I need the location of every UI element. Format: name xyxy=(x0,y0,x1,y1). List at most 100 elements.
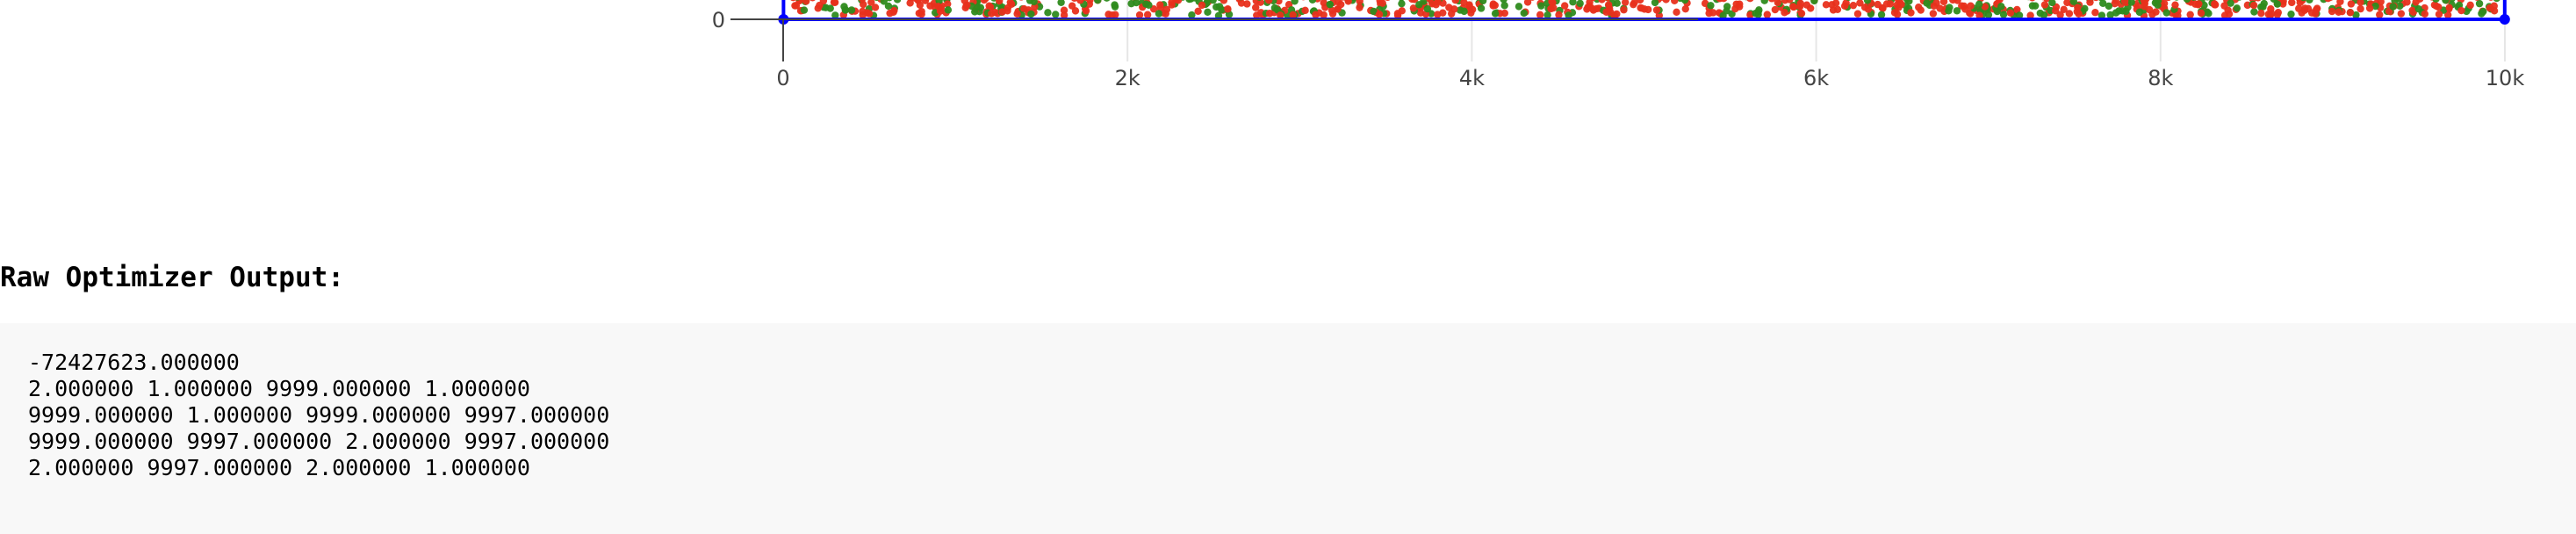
scatter-point xyxy=(2493,0,2500,3)
scatter-point xyxy=(1145,1,1153,10)
scatter-point xyxy=(1460,7,1468,16)
raw-output-text: -72427623.000000 2.000000 1.000000 9999.… xyxy=(28,350,610,480)
scatter-point xyxy=(2091,9,2099,17)
raw-output-heading: Raw Optimizer Output: xyxy=(0,262,344,293)
scatter-point xyxy=(1671,0,1679,4)
scatter-point xyxy=(2074,4,2082,11)
scatter-point xyxy=(2122,7,2130,16)
scatter-point xyxy=(1897,0,1905,9)
scatter-point xyxy=(1423,4,1432,13)
scatter-point xyxy=(2040,11,2048,19)
scatter-point xyxy=(1301,6,1309,15)
scatter-point xyxy=(2312,10,2320,18)
scatter-point xyxy=(1445,4,1453,11)
scatter-point xyxy=(809,0,816,2)
scatter-point xyxy=(893,0,902,4)
scatter-point xyxy=(1320,11,1328,19)
scatter-point xyxy=(2260,0,2268,8)
y-tick-label: 0 xyxy=(712,8,725,32)
scatter-point xyxy=(1796,0,1804,8)
scatter-point xyxy=(2421,10,2429,18)
scatter-point xyxy=(2162,9,2170,17)
scatter-point xyxy=(1071,7,1080,15)
scatter-point xyxy=(2250,8,2258,16)
scatter-point xyxy=(2268,10,2276,18)
scatter-point xyxy=(1853,10,1862,18)
scatter-point xyxy=(926,2,934,10)
scatter-point xyxy=(859,11,867,19)
scatter-point xyxy=(1204,8,1212,17)
scatter-point xyxy=(1328,10,1337,18)
scatter-point xyxy=(1094,0,1102,4)
scatter-point xyxy=(1953,7,1961,15)
scatter-point xyxy=(826,4,834,12)
x-tick-label: 6k xyxy=(1803,66,1829,90)
scatter-point xyxy=(1018,0,1024,1)
scatter-point xyxy=(2357,4,2364,13)
scatter-point xyxy=(1434,11,1442,18)
scatter-point xyxy=(1890,9,1899,17)
scatter-point xyxy=(1004,4,1012,12)
scatter-point xyxy=(1289,11,1297,19)
scatter-point xyxy=(2304,4,2313,13)
scatter-point xyxy=(1375,11,1384,18)
scatter-point xyxy=(2389,3,2397,11)
scatter-point xyxy=(2478,10,2486,18)
scatter-point xyxy=(1537,2,1545,10)
scatter-point xyxy=(971,8,979,16)
scatter-point xyxy=(2225,10,2234,18)
scatter-point xyxy=(1344,0,1352,5)
scatter-point xyxy=(2490,2,2498,10)
scatter-point xyxy=(2347,0,2356,8)
scatter-point xyxy=(2328,7,2336,16)
scatter-point xyxy=(1681,4,1689,13)
scatter-point xyxy=(1945,7,1953,15)
scatter-point xyxy=(1082,7,1090,15)
scatter-point xyxy=(1864,5,1873,13)
scatter-point xyxy=(1111,1,1119,9)
boundary-vertex xyxy=(2499,14,2510,25)
x-tick-label: 10k xyxy=(2486,66,2525,90)
scatter-point xyxy=(1224,5,1232,13)
scatter-point xyxy=(2432,2,2441,11)
scatter-point xyxy=(1308,0,1317,4)
scatter-point xyxy=(2148,11,2156,18)
scatter-point xyxy=(1673,8,1680,17)
scatter-point xyxy=(800,6,809,14)
scatter-point xyxy=(1877,11,1886,18)
scatter-point xyxy=(2249,1,2258,10)
scatter-point xyxy=(1797,10,1806,18)
scatter-point xyxy=(2141,3,2148,11)
scatter-point xyxy=(1984,11,1993,18)
scatter-point xyxy=(2233,4,2241,12)
scatter-point xyxy=(1027,10,1035,18)
scatter-point xyxy=(2171,1,2179,9)
scatter-point xyxy=(1882,0,1891,8)
scatter-point xyxy=(2186,11,2194,18)
scatter-point xyxy=(841,5,850,14)
scatter-plot: 0 2k 4k 6k 8k 10k 0 xyxy=(0,0,2576,105)
scatter-point xyxy=(1398,0,1406,8)
scatter-point xyxy=(2086,0,2094,6)
scatter-point xyxy=(917,7,925,16)
scatter-point xyxy=(1997,3,2005,11)
scatter-point xyxy=(2112,9,2120,17)
scatter-point xyxy=(1523,0,1532,6)
scatter-point xyxy=(1929,10,1938,18)
scatter-point xyxy=(1467,9,1475,17)
x-tick-label: 4k xyxy=(1459,66,1485,90)
scatter-point xyxy=(1477,4,1486,12)
scatter-point xyxy=(1265,10,1274,18)
scatter-point xyxy=(1754,11,1762,18)
scatter-point xyxy=(1620,6,1628,14)
scatter-point xyxy=(1781,9,1788,17)
scatter-point xyxy=(2335,8,2342,16)
scatter-point xyxy=(2174,0,2179,1)
scatter-point xyxy=(1598,0,1606,4)
scatter-point xyxy=(1588,4,1597,13)
scatter-point xyxy=(1828,1,1836,9)
scatter-point xyxy=(1651,0,1659,7)
scatter-point xyxy=(2488,0,2493,1)
scatter-point xyxy=(1602,8,1610,16)
scatter-point xyxy=(1520,9,1528,18)
